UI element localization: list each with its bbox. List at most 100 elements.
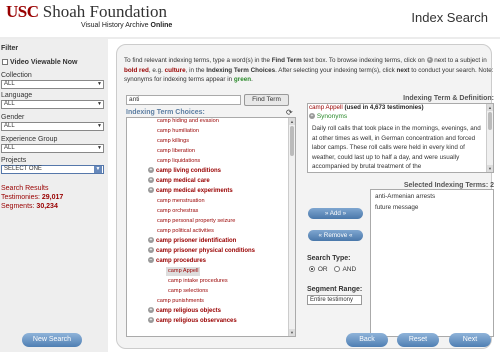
gender-label: Gender (1, 114, 25, 121)
refresh-icon[interactable]: ⟳ (286, 108, 293, 117)
radio-selected-icon[interactable] (309, 266, 315, 273)
search-type-and-radio[interactable]: AND (334, 266, 356, 273)
results-heading: Search Results (1, 185, 49, 192)
tree-item[interactable]: camp liberation (157, 147, 195, 156)
experience-group-select[interactable]: ALL ▼ (1, 144, 104, 153)
selected-term-item[interactable]: anti-Armenian arrests (375, 193, 435, 200)
tree-item[interactable]: camp personal property seizure (157, 217, 235, 226)
expand-icon[interactable]: + (148, 177, 154, 184)
tree-item[interactable]: camp selections (168, 287, 208, 296)
reset-button[interactable]: Reset (397, 333, 439, 347)
plus-icon: + (426, 57, 433, 64)
intro-green: green (233, 76, 252, 83)
intro-p8: . (251, 76, 253, 83)
chevron-down-icon: ▼ (97, 81, 102, 87)
add-button[interactable]: » Add » (308, 208, 363, 219)
tree-item[interactable]: camp orchestras (157, 207, 198, 216)
search-type-or-radio[interactable]: OR (309, 266, 328, 273)
selected-terms-label: Selected Indexing Terms: 2 (403, 182, 494, 189)
projects-value: SELECT ONE (4, 166, 42, 172)
tree-item[interactable]: camp political activities (157, 227, 214, 236)
remove-button[interactable]: « Remove « (308, 230, 363, 241)
tree-item[interactable]: camp liquidations (157, 157, 200, 166)
search-results: Search Results Testimonies: 29,017 Segme… (1, 184, 63, 211)
gender-value: ALL (4, 123, 15, 129)
video-viewable-checkbox[interactable]: Video Viewable Now (2, 59, 77, 66)
tree-item[interactable]: camp hiding and evasion (157, 118, 219, 126)
term-choices-tree[interactable]: camp hiding and evasion camp humiliation… (126, 117, 296, 337)
subtitle-text: Visual History Archive (81, 22, 149, 29)
tree-item-expandable[interactable]: + camp religious objects (148, 307, 221, 316)
tree-item[interactable]: camp menstruation (157, 197, 205, 206)
tree-item-expandable[interactable]: − camp procedures (148, 257, 206, 266)
tree-item-expandable[interactable]: + camp religious observances (148, 317, 237, 326)
scroll-down-icon[interactable]: ▼ (487, 165, 493, 172)
collection-value: ALL (4, 81, 15, 87)
segments-value: 30,234 (36, 203, 58, 210)
page-title: Index Search (411, 10, 488, 25)
language-select[interactable]: ALL ▼ (1, 100, 104, 109)
scroll-thumb[interactable] (290, 126, 294, 156)
find-term-input[interactable]: anti (126, 95, 241, 105)
synonyms-label: Synonyms (316, 113, 348, 120)
logo-name: Shoah Foundation (42, 2, 167, 21)
expand-icon[interactable]: + (148, 237, 154, 244)
tree-item[interactable]: camp punishments (157, 297, 204, 306)
tree-item-selected[interactable]: camp Appell (166, 267, 201, 276)
definition-term-name: camp Appell (309, 104, 343, 111)
expand-icon[interactable]: + (148, 187, 154, 194)
definition-text: Daily roll calls that took place in the … (312, 125, 481, 170)
tree-item-expandable[interactable]: + camp medical care (148, 177, 210, 186)
scroll-up-icon[interactable]: ▲ (289, 118, 295, 125)
testimonies-label: Testimonies: (1, 194, 40, 201)
expand-icon[interactable]: + (148, 247, 154, 254)
logo[interactable]: USC Shoah Foundation (6, 2, 167, 22)
next-button[interactable]: Next (449, 333, 491, 347)
expand-icon[interactable]: + (148, 317, 154, 324)
definition-term: camp Appell (used in 4,673 testimonies) (309, 104, 424, 111)
expand-icon[interactable]: + (309, 113, 315, 120)
collapse-icon[interactable]: − (148, 257, 154, 264)
language-label: Language (1, 92, 33, 99)
tree-item[interactable]: camp killings (157, 137, 189, 146)
scroll-up-icon[interactable]: ▲ (487, 104, 493, 111)
projects-select[interactable]: SELECT ONE ▼ (1, 165, 104, 174)
definition-scrollbar[interactable]: ▲ ▼ (486, 104, 493, 172)
experience-group-value: ALL (4, 145, 15, 151)
tree-scrollbar[interactable]: ▲ ▼ (288, 118, 295, 336)
selected-terms-list[interactable]: anti-Armenian arrests future message (370, 189, 494, 337)
scroll-thumb[interactable] (488, 112, 492, 130)
filter-sidebar: Filter Video Viewable Now Collection ALL… (0, 39, 108, 352)
checkbox-box[interactable] (2, 59, 8, 66)
intro-bold-red: bold red (124, 66, 149, 74)
tree-item[interactable]: camp intake procedures (168, 277, 228, 286)
intro-p2: text box. To browse indexing terms, clic… (303, 57, 425, 64)
segment-range-select[interactable]: Entire testimony (307, 295, 362, 305)
tree-item-expandable[interactable]: + camp prisoner physical conditions (148, 247, 255, 256)
scroll-down-icon[interactable]: ▼ (289, 329, 295, 336)
find-term-button[interactable]: Find Term (244, 94, 289, 106)
tree-item-label: camp prisoner identification (156, 238, 237, 244)
expand-icon[interactable]: + (148, 167, 154, 174)
selected-term-item[interactable]: future message (375, 204, 418, 211)
gender-select[interactable]: ALL ▼ (1, 122, 104, 131)
or-label: OR (317, 266, 328, 273)
testimonies-value: 29,017 (41, 194, 64, 201)
synonyms-toggle[interactable]: + Synonyms (309, 113, 347, 120)
tree-item[interactable]: camp humiliation (157, 127, 199, 136)
tree-item-expandable[interactable]: + camp living conditions (148, 167, 221, 176)
intro-next: next (396, 66, 410, 74)
back-button[interactable]: Back (346, 333, 388, 347)
filter-heading: Filter (1, 45, 19, 52)
collection-select[interactable]: ALL ▼ (1, 80, 104, 89)
experience-group-label: Experience Group (1, 136, 58, 143)
tree-item-expandable[interactable]: + camp medical experiments (148, 187, 233, 196)
logo-subtitle: Visual History Archive Online (81, 22, 172, 29)
testimonies-count: Testimonies: 29,017 (1, 193, 63, 202)
tree-item-expandable[interactable]: + camp prisoner identification (148, 237, 236, 246)
radio-icon[interactable] (334, 266, 340, 273)
instructions: To find relevant indexing terms, type a … (124, 56, 499, 85)
new-search-button[interactable]: New Search (22, 333, 82, 347)
expand-icon[interactable]: + (148, 307, 154, 314)
term-choices-label: Indexing Term Choices: (126, 109, 205, 116)
